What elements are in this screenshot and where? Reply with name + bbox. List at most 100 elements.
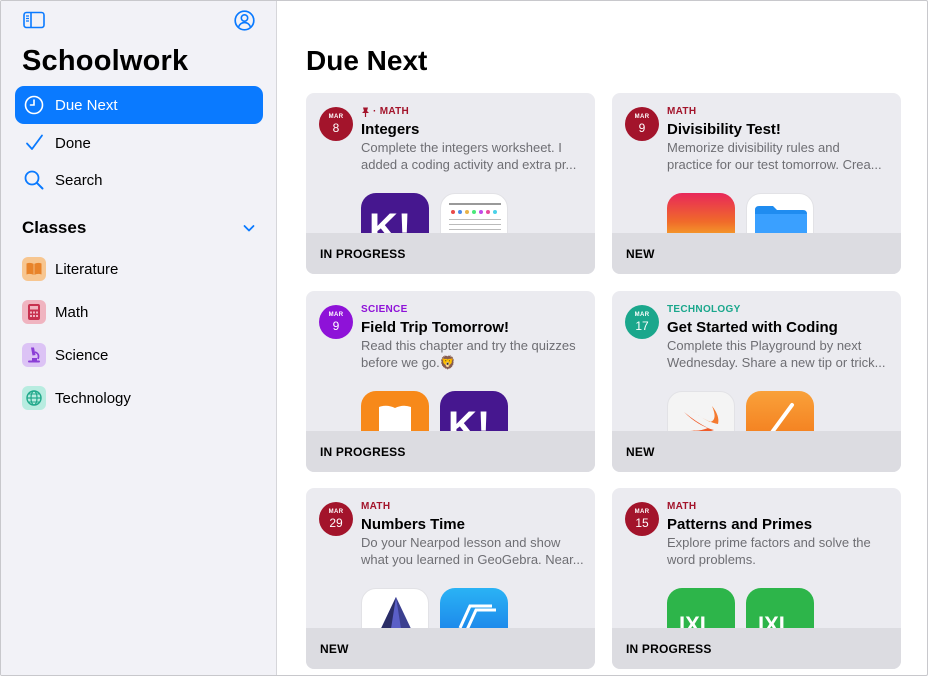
nav-label: Due Next [55, 96, 118, 114]
sidebar-icon[interactable] [23, 11, 45, 29]
calculator-icon [22, 300, 46, 324]
status-bar: NEW [612, 233, 901, 274]
globe-icon [22, 386, 46, 410]
status-bar: NEW [306, 628, 595, 669]
assignment-title: Integers [361, 121, 420, 138]
due-day: 9 [332, 319, 340, 333]
due-date-badge: MAR 8 [319, 107, 353, 141]
description-line: Memorize divisibility rules and [667, 140, 840, 155]
class-category: TECHNOLOGY [667, 304, 741, 315]
status-label: NEW [626, 247, 655, 261]
status-bar: NEW [612, 431, 901, 472]
app-title: Schoolwork [22, 45, 189, 77]
due-date-badge: MAR 9 [319, 305, 353, 339]
page-title: Due Next [306, 45, 428, 76]
description-line: before we go.🦁 [361, 355, 456, 370]
class-category: MATH [667, 501, 696, 512]
assignment-description: Complete the integers worksheet. I added… [361, 139, 587, 173]
class-item-literature[interactable]: Literature [15, 251, 263, 287]
category-label: TECHNOLOGY [667, 304, 741, 315]
due-day: 29 [329, 516, 343, 530]
app-window: Schoolwork Due Next Done Search Classes [0, 0, 928, 676]
microscope-icon [22, 343, 46, 367]
pin-icon [362, 107, 369, 117]
category-label: MATH [667, 501, 697, 512]
status-label: IN PROGRESS [320, 445, 406, 459]
nav-item-due-next[interactable]: Due Next [15, 86, 263, 124]
category-label: · MATH [373, 106, 410, 117]
description-line: Wednesday. Share a new tip or trick... [667, 355, 886, 370]
description-line: Do your Nearpod lesson and show [361, 535, 561, 550]
due-day: 17 [635, 319, 649, 333]
due-day: 8 [332, 121, 340, 135]
description-line: Read this chapter and try the quizzes [361, 338, 576, 353]
assignment-description: Memorize divisibility rules and practice… [667, 139, 893, 173]
status-label: IN PROGRESS [626, 642, 712, 656]
description-line: Explore prime factors and solve the [667, 535, 871, 550]
assignment-description: Do your Nearpod lesson and show what you… [361, 534, 587, 568]
assignment-title: Get Started with Coding [667, 319, 838, 336]
status-bar: IN PROGRESS [306, 233, 595, 274]
status-label: NEW [320, 642, 349, 656]
due-day: 15 [635, 516, 649, 530]
description-line: Complete the integers worksheet. I [361, 140, 562, 155]
due-month: MAR [634, 114, 650, 120]
app-thumbnails [361, 588, 508, 640]
nav-label: Search [55, 171, 103, 189]
due-month: MAR [634, 312, 650, 318]
class-label: Math [55, 303, 89, 321]
description-line: word problems. [667, 552, 756, 567]
due-date-badge: MAR 15 [625, 502, 659, 536]
assignment-card-patterns-and-primes[interactable]: MAR 15 MATH Patterns and Primes Explore … [612, 488, 901, 669]
assignment-title: Numbers Time [361, 516, 465, 533]
nav-item-search[interactable]: Search [15, 161, 263, 199]
due-month: MAR [634, 509, 650, 515]
class-category: SCIENCE [361, 304, 408, 315]
due-month: MAR [328, 312, 344, 318]
category-label: SCIENCE [361, 304, 408, 315]
class-item-math[interactable]: Math [15, 294, 263, 330]
description-line: practice for our test tomorrow. Crea... [667, 157, 882, 172]
checkmark-icon [26, 134, 43, 150]
due-month: MAR [328, 509, 344, 515]
class-category: MATH [361, 501, 390, 512]
app-thumbnails [667, 391, 814, 443]
class-label: Literature [55, 260, 119, 278]
chevron-down-icon[interactable] [242, 221, 256, 235]
app-thumbnails: K! [361, 193, 508, 245]
due-day: 9 [638, 121, 646, 135]
assignment-card-field-trip[interactable]: MAR 9 SCIENCE Field Trip Tomorrow! Read … [306, 291, 595, 472]
class-item-technology[interactable]: Technology [15, 380, 263, 416]
status-label: NEW [626, 445, 655, 459]
status-bar: IN PROGRESS [612, 628, 901, 669]
assignment-description: Explore prime factors and solve the word… [667, 534, 893, 568]
class-category: · MATH [361, 106, 409, 117]
status-label: IN PROGRESS [320, 247, 406, 261]
person-circle-icon[interactable] [234, 10, 255, 31]
assignment-card-divisibility-test[interactable]: MAR 9 MATH Divisibility Test! Memorize d… [612, 93, 901, 274]
sidebar: Schoolwork Due Next Done Search Classes [1, 1, 277, 675]
class-item-science[interactable]: Science [15, 337, 263, 373]
assignment-card-integers[interactable]: MAR 8 · MATH Integers Complete the integ… [306, 93, 595, 274]
class-label: Technology [55, 389, 131, 407]
assignment-title: Field Trip Tomorrow! [361, 319, 510, 336]
assignment-title: Divisibility Test! [667, 121, 781, 138]
assignment-card-numbers-time[interactable]: MAR 29 MATH Numbers Time Do your Nearpod… [306, 488, 595, 669]
description-line: added a coding activity and extra pr... [361, 157, 577, 172]
status-bar: IN PROGRESS [306, 431, 595, 472]
description-line: Complete this Playground by next [667, 338, 862, 353]
clock-icon [24, 95, 44, 115]
nav-label: Done [55, 134, 91, 152]
assignment-description: Complete this Playground by next Wednesd… [667, 337, 893, 371]
app-thumbnails: IXL IXL [667, 588, 814, 640]
class-label: Science [55, 346, 109, 364]
assignment-card-get-started-coding[interactable]: MAR 17 TECHNOLOGY Get Started with Codin… [612, 291, 901, 472]
app-thumbnails: K! [361, 391, 508, 443]
class-category: MATH [667, 106, 696, 117]
due-date-badge: MAR 9 [625, 107, 659, 141]
due-date-badge: MAR 29 [319, 502, 353, 536]
category-label: MATH [361, 501, 391, 512]
classes-heading: Classes [22, 218, 87, 237]
book-icon [22, 257, 46, 281]
nav-item-done[interactable]: Done [15, 124, 263, 162]
